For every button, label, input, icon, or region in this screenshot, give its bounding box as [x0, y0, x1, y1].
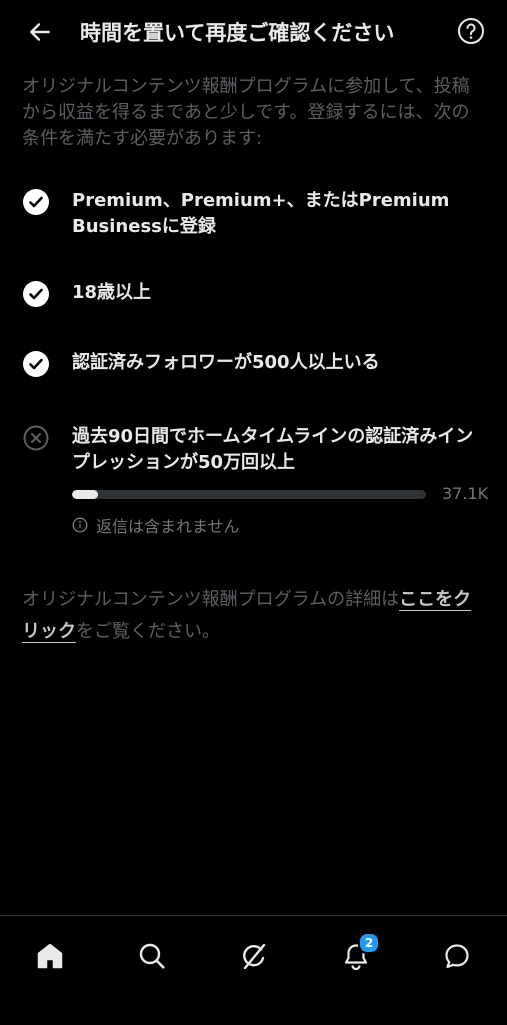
- impressions-progress-bar: [72, 490, 426, 499]
- arrow-left-icon: [30, 23, 50, 41]
- message-icon: [445, 944, 469, 969]
- replies-note: 返信は含まれません: [72, 514, 240, 536]
- nav-messages[interactable]: [433, 932, 481, 980]
- check-circle-icon: [23, 281, 49, 307]
- x-circle-icon: [23, 425, 49, 451]
- page-title: 時間を置いて再度ご確認ください: [80, 21, 395, 45]
- back-button[interactable]: [22, 14, 58, 50]
- nav-notifications[interactable]: 2: [332, 932, 380, 980]
- notification-badge: 2: [358, 932, 380, 954]
- nav-grok[interactable]: [230, 932, 278, 980]
- check-circle-icon: [23, 351, 49, 377]
- search-icon: [139, 943, 165, 969]
- check-circle-icon: [23, 189, 49, 215]
- grok-icon: [243, 943, 266, 970]
- help-button[interactable]: [457, 17, 485, 45]
- replies-note-text: 返信は含まれません: [96, 517, 240, 536]
- nav-search[interactable]: [128, 932, 176, 980]
- footer-text-after: をご覧ください。: [76, 621, 220, 642]
- program-details-text: オリジナルコンテンツ報酬プログラムの詳細はここをクリックをご覧ください。: [22, 584, 484, 648]
- requirement-label: 過去90日間でホームタイムラインの認証済みインプレッションが50万回以上: [72, 426, 474, 473]
- intro-text: オリジナルコンテンツ報酬プログラムに参加して、投稿から収益を得るまであと少しです…: [22, 76, 470, 149]
- progress-fill: [72, 490, 99, 499]
- home-icon: [37, 943, 63, 969]
- footer-text-before: オリジナルコンテンツ報酬プログラムの詳細は: [22, 589, 400, 610]
- bottom-nav: 2: [0, 915, 507, 1025]
- info-icon: [72, 517, 88, 533]
- help-circle-icon: [458, 18, 484, 44]
- requirement-label: Premium、Premium+、またはPremium Businessに登録: [72, 190, 450, 237]
- requirement-label: 18歳以上: [72, 282, 152, 303]
- progress-value: 37.1K: [442, 484, 489, 503]
- nav-home[interactable]: [26, 932, 74, 980]
- header: 時間を置いて再度ご確認ください: [0, 0, 507, 64]
- requirement-label: 認証済みフォロワーが500人以上いる: [72, 352, 380, 373]
